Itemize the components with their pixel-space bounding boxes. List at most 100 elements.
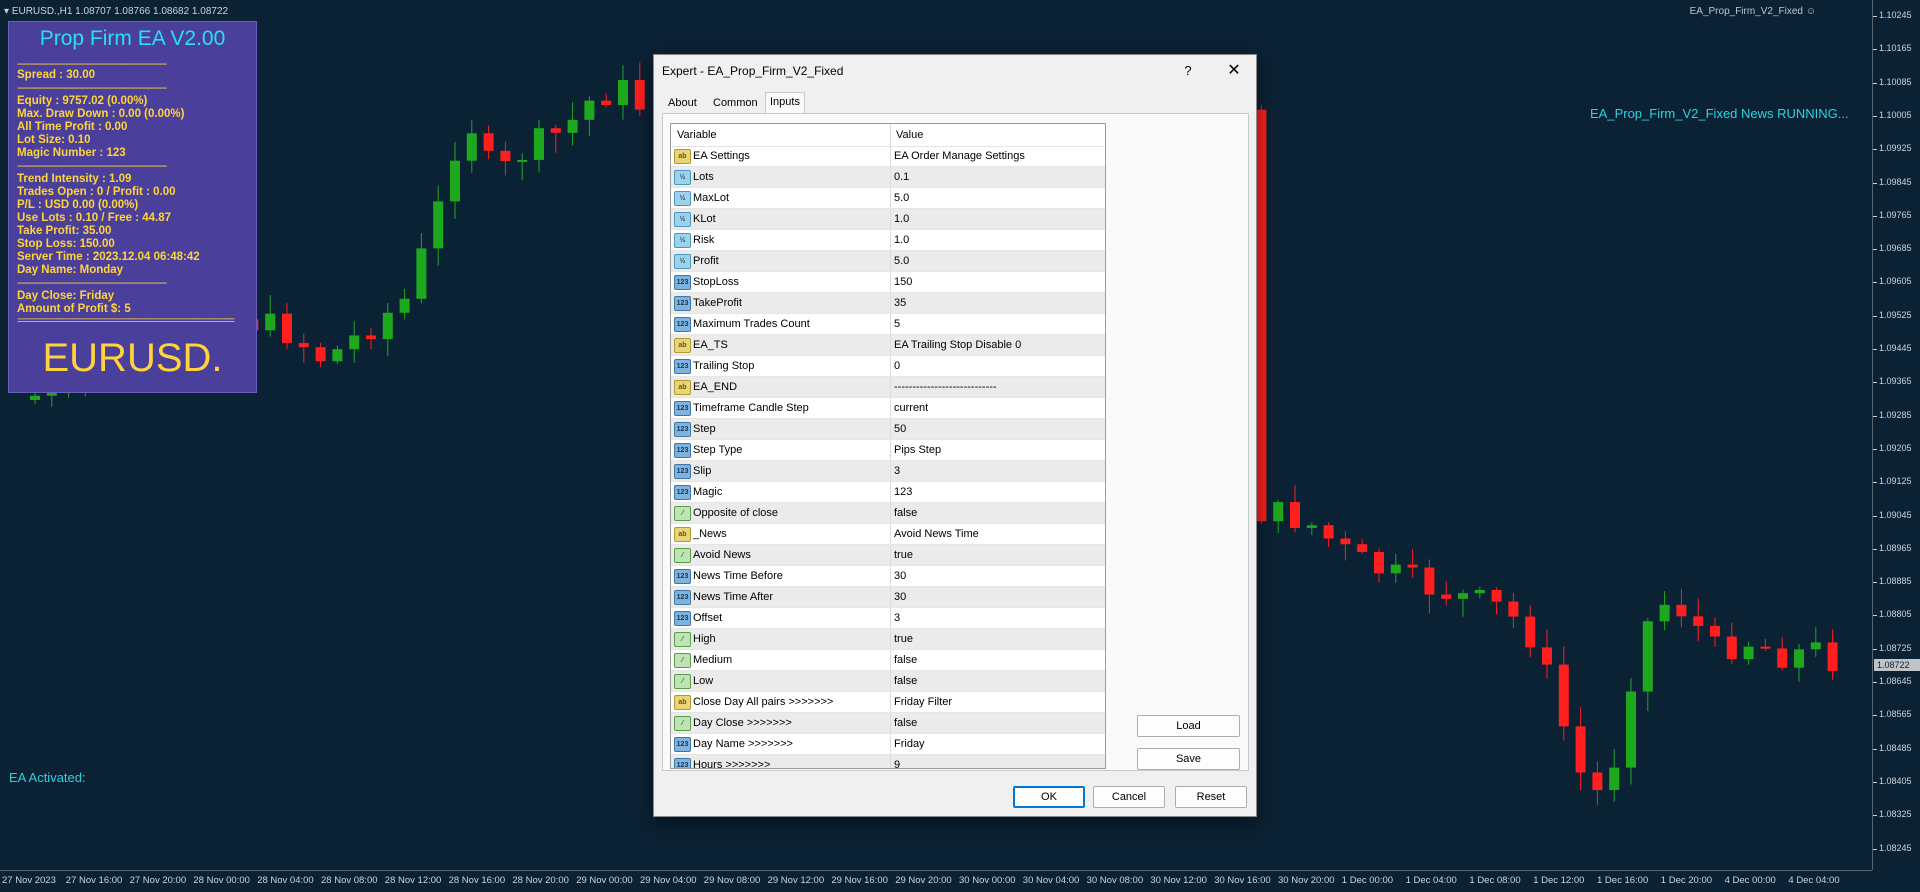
input-value[interactable]: 150 <box>894 276 912 288</box>
input-value[interactable]: 9 <box>894 759 900 768</box>
save-button[interactable]: Save <box>1137 748 1240 770</box>
tab-inputs[interactable]: Inputs <box>765 92 805 114</box>
input-row[interactable]: 123 Offset 3 <box>671 608 1105 629</box>
input-row[interactable]: 123 News Time After 30 <box>671 587 1105 608</box>
input-value[interactable]: 0 <box>894 360 900 372</box>
ok-button[interactable]: OK <box>1013 786 1085 808</box>
input-variable-name: Low <box>693 675 714 687</box>
load-button[interactable]: Load <box>1137 715 1240 737</box>
input-row[interactable]: ½ Profit 5.0 <box>671 251 1105 272</box>
current-price-label: 1.08722 <box>1874 659 1920 671</box>
close-button[interactable]: ✕ <box>1222 60 1246 82</box>
input-value[interactable]: ---------------------------- <box>894 381 997 393</box>
column-variable-header[interactable]: Variable <box>677 129 717 141</box>
input-row[interactable]: 123 TakeProfit 35 <box>671 293 1105 314</box>
type-n123-icon: 123 <box>674 443 691 458</box>
price-scale[interactable]: 1.10245 1.10165 1.10085 1.10005 1.09925 1.098… <box>1872 0 1920 870</box>
chart-symbol-text: EURUSD.,H1 1.08707 1.08766 1.08682 1.087… <box>11 6 229 17</box>
input-row[interactable]: ⁄ Day Close >>>>>>> false <box>671 713 1105 734</box>
input-row[interactable]: 123 Maximum Trades Count 5 <box>671 314 1105 335</box>
input-row[interactable]: ab EA_END ---------------------------- <box>671 377 1105 398</box>
time-scale[interactable]: 27 Nov 2023 27 Nov 16:00 27 Nov 20:00 28 No… <box>0 870 1872 892</box>
type-ab-icon: ab <box>674 380 691 395</box>
column-value-header[interactable]: Value <box>896 129 923 141</box>
input-variable-name: Slip <box>693 465 712 477</box>
input-value[interactable]: 123 <box>894 486 912 498</box>
input-row[interactable]: 123 Magic 123 <box>671 482 1105 503</box>
price-tick-label: 1.09045 <box>1873 509 1912 520</box>
input-variable-name: Maximum Trades Count <box>693 318 810 330</box>
candle <box>1592 772 1603 791</box>
candle <box>1710 625 1720 637</box>
help-button[interactable]: ? <box>1178 61 1198 81</box>
input-row[interactable]: ⁄ Medium false <box>671 650 1105 671</box>
input-value[interactable]: 5.0 <box>894 192 909 204</box>
type-n123-icon: 123 <box>674 401 691 416</box>
input-row[interactable]: ab Close Day All pairs >>>>>>> Friday Filt… <box>671 692 1105 713</box>
input-row[interactable]: ab _News Avoid News Time <box>671 524 1105 545</box>
chart-menu-icon[interactable]: ▾ <box>4 6 9 17</box>
panel-title: Prop Firm EA V2.00 <box>39 27 226 50</box>
input-value[interactable]: 30 <box>894 591 906 603</box>
time-tick-label: 30 Nov 16:00 <box>1214 875 1271 886</box>
input-row[interactable]: ½ Risk 1.0 <box>671 230 1105 251</box>
input-row[interactable]: ⁄ Avoid News true <box>671 545 1105 566</box>
input-value[interactable]: false <box>894 675 917 687</box>
input-row[interactable]: 123 Step Type Pips Step <box>671 440 1105 461</box>
tab-about[interactable]: About <box>664 94 701 112</box>
input-row[interactable]: ab EA_TS EA Trailing Stop Disable 0 <box>671 335 1105 356</box>
tab-common[interactable]: Common <box>709 94 762 112</box>
input-row[interactable]: ⁄ Opposite of close false <box>671 503 1105 524</box>
input-value[interactable]: Friday Filter <box>894 696 952 708</box>
panel-amount-profit: Amount of Profit $: 5 <box>17 303 131 315</box>
input-row[interactable]: 123 StopLoss 150 <box>671 272 1105 293</box>
input-row[interactable]: ab EA Settings EA Order Manage Settings <box>671 146 1105 167</box>
input-value[interactable]: Avoid News Time <box>894 528 979 540</box>
input-row[interactable]: ⁄ Low false <box>671 671 1105 692</box>
type-bool-icon: ⁄ <box>674 632 691 647</box>
input-value[interactable]: true <box>894 549 913 561</box>
input-row[interactable]: ½ KLot 1.0 <box>671 209 1105 230</box>
input-value[interactable]: 30 <box>894 570 906 582</box>
input-value[interactable]: 1.0 <box>894 234 909 246</box>
input-value[interactable]: false <box>894 717 917 729</box>
input-row[interactable]: ½ Lots 0.1 <box>671 167 1105 188</box>
input-value[interactable]: Friday <box>894 738 925 750</box>
input-value[interactable]: false <box>894 654 917 666</box>
candle <box>634 79 645 110</box>
ea-name-text: EA_Prop_Firm_V2_Fixed <box>1689 6 1803 17</box>
input-value[interactable]: 1.0 <box>894 213 909 225</box>
input-row[interactable]: 123 Step 50 <box>671 419 1105 440</box>
reset-button[interactable]: Reset <box>1175 786 1247 808</box>
input-value[interactable]: EA Trailing Stop Disable 0 <box>894 339 1021 351</box>
inputs-grid[interactable]: Variable Value ab EA Settings EA Order Man… <box>670 123 1106 769</box>
cancel-button[interactable]: Cancel <box>1093 786 1165 808</box>
input-value[interactable]: 3 <box>894 612 900 624</box>
input-row[interactable]: 123 Trailing Stop 0 <box>671 356 1105 377</box>
input-variable-name: High <box>693 633 716 645</box>
input-value[interactable]: 5.0 <box>894 255 909 267</box>
input-value[interactable]: 3 <box>894 465 900 477</box>
input-value[interactable]: Pips Step <box>894 444 941 456</box>
input-row[interactable]: 123 Day Name >>>>>>> Friday <box>671 734 1105 755</box>
input-value[interactable]: current <box>894 402 928 414</box>
input-row[interactable]: ⁄ High true <box>671 629 1105 650</box>
input-value[interactable]: true <box>894 633 913 645</box>
input-value[interactable]: 35 <box>894 297 906 309</box>
input-value[interactable]: 5 <box>894 318 900 330</box>
panel-pl: P/L : USD 0.00 (0.00%) <box>17 199 139 211</box>
input-value[interactable]: false <box>894 507 917 519</box>
input-row[interactable]: 123 News Time Before 30 <box>671 566 1105 587</box>
input-row[interactable]: ½ MaxLot 5.0 <box>671 188 1105 209</box>
ea-smiley-icon[interactable]: ☺ <box>1806 6 1816 17</box>
input-value[interactable]: EA Order Manage Settings <box>894 150 1025 162</box>
input-value[interactable]: 50 <box>894 423 906 435</box>
input-row[interactable]: 123 Slip 3 <box>671 461 1105 482</box>
type-v2-icon: ½ <box>674 233 691 248</box>
input-value[interactable]: 0.1 <box>894 171 909 183</box>
input-row[interactable]: 123 Timeframe Candle Step current <box>671 398 1105 419</box>
input-row[interactable]: 123 Hours >>>>>>> 9 <box>671 755 1105 768</box>
time-tick-label: 30 Nov 12:00 <box>1150 875 1207 886</box>
panel-magic-number: Magic Number : 123 <box>17 147 126 159</box>
input-variable-name: Profit <box>693 255 719 267</box>
